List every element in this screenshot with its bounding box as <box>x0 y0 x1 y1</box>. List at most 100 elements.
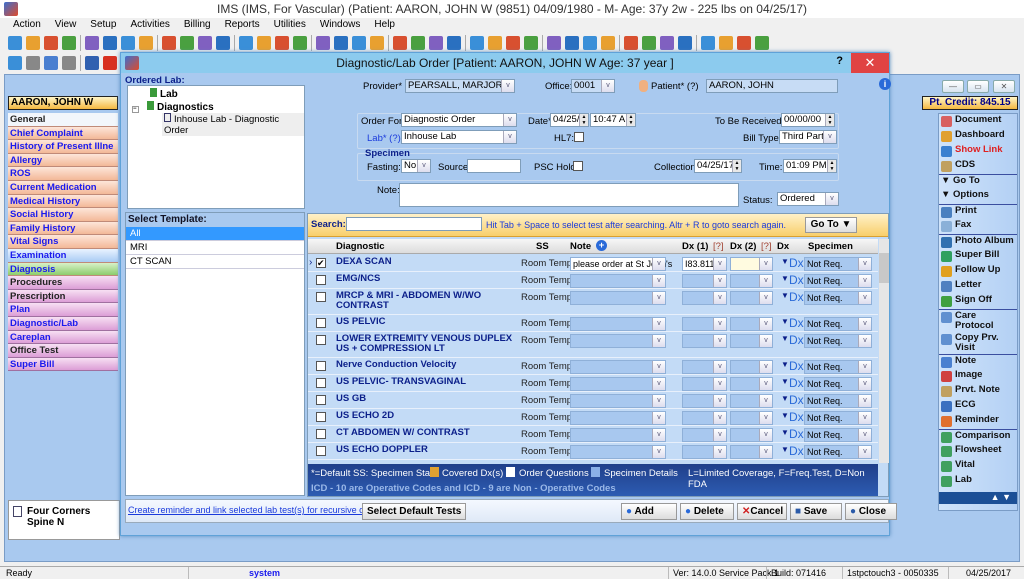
dx-lookup-icon[interactable]: Dx <box>789 290 804 304</box>
bill-type-select[interactable]: Third Party v <box>779 130 837 144</box>
row-checkbox[interactable] <box>316 412 326 422</box>
dx1-select[interactable]: v <box>682 334 727 348</box>
select-default-tests-button[interactable]: Select Default Tests <box>362 503 467 520</box>
dx2-help[interactable]: [?] <box>761 241 772 252</box>
toolbar-button-icon[interactable] <box>334 36 348 50</box>
chevron-down-icon[interactable]: v <box>713 275 726 287</box>
tree-node-lab[interactable]: Lab <box>150 88 178 100</box>
fasting-select[interactable]: No v <box>401 159 431 173</box>
row-checkbox[interactable] <box>316 361 326 371</box>
dx-dropdown-icon[interactable]: ▼ <box>781 377 789 386</box>
dx-lookup-icon[interactable]: Dx <box>789 427 804 441</box>
chevron-down-icon[interactable]: v <box>858 412 871 424</box>
panel-item-super-bill[interactable]: Super Bill <box>939 249 1017 264</box>
dx1-select[interactable]: v <box>682 274 727 288</box>
chevron-down-icon[interactable]: v <box>759 318 772 330</box>
panel-item-lab[interactable]: Lab <box>939 474 1017 489</box>
dx1-select[interactable]: v <box>682 291 727 305</box>
note-select[interactable]: v <box>570 360 666 374</box>
table-row[interactable]: US ECHO 2D Room Temp. v v v Not Req. v ▼ Dx <box>308 409 878 426</box>
specimen-select[interactable]: Not Req. v <box>804 445 872 459</box>
toolbar-button-icon[interactable] <box>660 36 674 50</box>
search-input[interactable] <box>346 217 482 231</box>
help-button[interactable]: ? <box>836 55 843 67</box>
tree-node-diagnostics[interactable]: − Diagnostics <box>132 101 214 113</box>
goto-button[interactable]: Go To ▼ <box>805 217 857 233</box>
toolbar-button-icon[interactable] <box>26 56 40 70</box>
sidebar-item-medical-history[interactable]: Medical History <box>8 194 118 209</box>
panel-item-image[interactable]: Image <box>939 369 1017 384</box>
chevron-down-icon[interactable]: v <box>759 395 772 407</box>
panel-item-vital[interactable]: Vital <box>939 459 1017 474</box>
dx-dropdown-icon[interactable]: ▼ <box>781 274 789 283</box>
row-checkbox[interactable] <box>316 318 326 328</box>
chevron-down-icon[interactable]: v <box>858 275 871 287</box>
chevron-down-icon[interactable]: v <box>759 361 772 373</box>
menu-utilities[interactable]: Utilities <box>267 18 313 32</box>
toolbar-button-icon[interactable] <box>601 36 615 50</box>
row-checkbox[interactable] <box>316 292 326 302</box>
info-icon[interactable]: i <box>879 78 891 90</box>
sidebar-item-super-bill[interactable]: Super Bill <box>8 357 118 372</box>
specimen-select[interactable]: Not Req. v <box>804 411 872 425</box>
column-specimen[interactable]: Specimen <box>808 241 853 252</box>
dx-lookup-icon[interactable]: Dx <box>789 376 804 390</box>
panel-item-note[interactable]: Note <box>939 354 1017 369</box>
toolbar-button-icon[interactable] <box>8 56 22 70</box>
column-ss[interactable]: SS <box>536 241 549 252</box>
dx1-select[interactable]: v <box>682 360 727 374</box>
close-button[interactable]: ● Close <box>845 503 897 520</box>
sidebar-item-careplan[interactable]: Careplan <box>8 330 118 345</box>
add-note-icon[interactable]: + <box>596 240 607 251</box>
restore-button[interactable]: ▭ <box>967 80 989 93</box>
dx-lookup-icon[interactable]: Dx <box>789 410 804 424</box>
template-item[interactable]: MRI <box>126 241 304 255</box>
chevron-down-icon[interactable]: v <box>858 446 871 458</box>
column-dx2[interactable]: Dx (2) <box>730 241 756 252</box>
dx-dropdown-icon[interactable]: ▼ <box>781 257 789 266</box>
panel-item-print[interactable]: Print <box>939 204 1017 219</box>
chevron-down-icon[interactable]: v <box>858 378 871 390</box>
spinner-icon[interactable]: ▲ ▼ <box>579 114 588 126</box>
table-row[interactable]: EMG/NCS Room Temp. v v v Not Req. v ▼ Dx <box>308 272 878 289</box>
toolbar-button-icon[interactable] <box>393 36 407 50</box>
chevron-down-icon[interactable]: v <box>713 395 726 407</box>
dx1-select[interactable]: I83.811 v <box>682 257 727 271</box>
sidebar-item-examination[interactable]: Examination <box>8 248 118 263</box>
panel-item-fax[interactable]: Fax <box>939 219 1017 234</box>
source-input[interactable] <box>467 159 521 173</box>
delete-button[interactable]: ● Delete <box>680 503 734 520</box>
toolbar-button-icon[interactable] <box>85 36 99 50</box>
toolbar-button-icon[interactable] <box>642 36 656 50</box>
toolbar-button-icon[interactable] <box>8 36 22 50</box>
chevron-down-icon[interactable]: v <box>652 335 665 347</box>
minimize-button[interactable]: — <box>942 80 964 93</box>
sidebar-item-office-test[interactable]: Office Test <box>8 344 118 358</box>
row-checkbox[interactable] <box>316 429 326 439</box>
dx1-select[interactable]: v <box>682 445 727 459</box>
toolbar-button-icon[interactable] <box>162 36 176 50</box>
toolbar-button-icon[interactable] <box>370 36 384 50</box>
sidebar-item-history-of-present-illne[interactable]: History of Present Illne <box>8 140 118 154</box>
spinner-icon[interactable]: ▲ ▼ <box>825 114 834 126</box>
toolbar-button-icon[interactable] <box>275 36 289 50</box>
chevron-down-icon[interactable]: v <box>713 318 726 330</box>
note-select[interactable]: v <box>570 411 666 425</box>
specimen-select[interactable]: Not Req. v <box>804 334 872 348</box>
note-select[interactable]: v <box>570 377 666 391</box>
panel-item-dashboard[interactable]: Dashboard <box>939 129 1017 144</box>
dx-lookup-icon[interactable]: Dx <box>789 256 804 270</box>
toolbar-button-icon[interactable] <box>678 36 692 50</box>
toolbar-button-icon[interactable] <box>85 56 99 70</box>
note-select[interactable]: v <box>570 274 666 288</box>
column-diagnostic[interactable]: Diagnostic <box>336 241 385 252</box>
menu-reports[interactable]: Reports <box>218 18 267 32</box>
panel-item-show-link[interactable]: Show Link <box>939 144 1017 159</box>
save-button[interactable]: ■ Save <box>790 503 842 520</box>
toolbar-button-icon[interactable] <box>447 36 461 50</box>
dx2-select[interactable]: v <box>730 411 773 425</box>
toolbar-button-icon[interactable] <box>565 36 579 50</box>
dx2-select[interactable]: v <box>730 291 773 305</box>
tree-node-order[interactable]: Inhouse Lab - Diagnostic Order <box>162 113 304 136</box>
specimen-select[interactable]: Not Req. v <box>804 317 872 331</box>
